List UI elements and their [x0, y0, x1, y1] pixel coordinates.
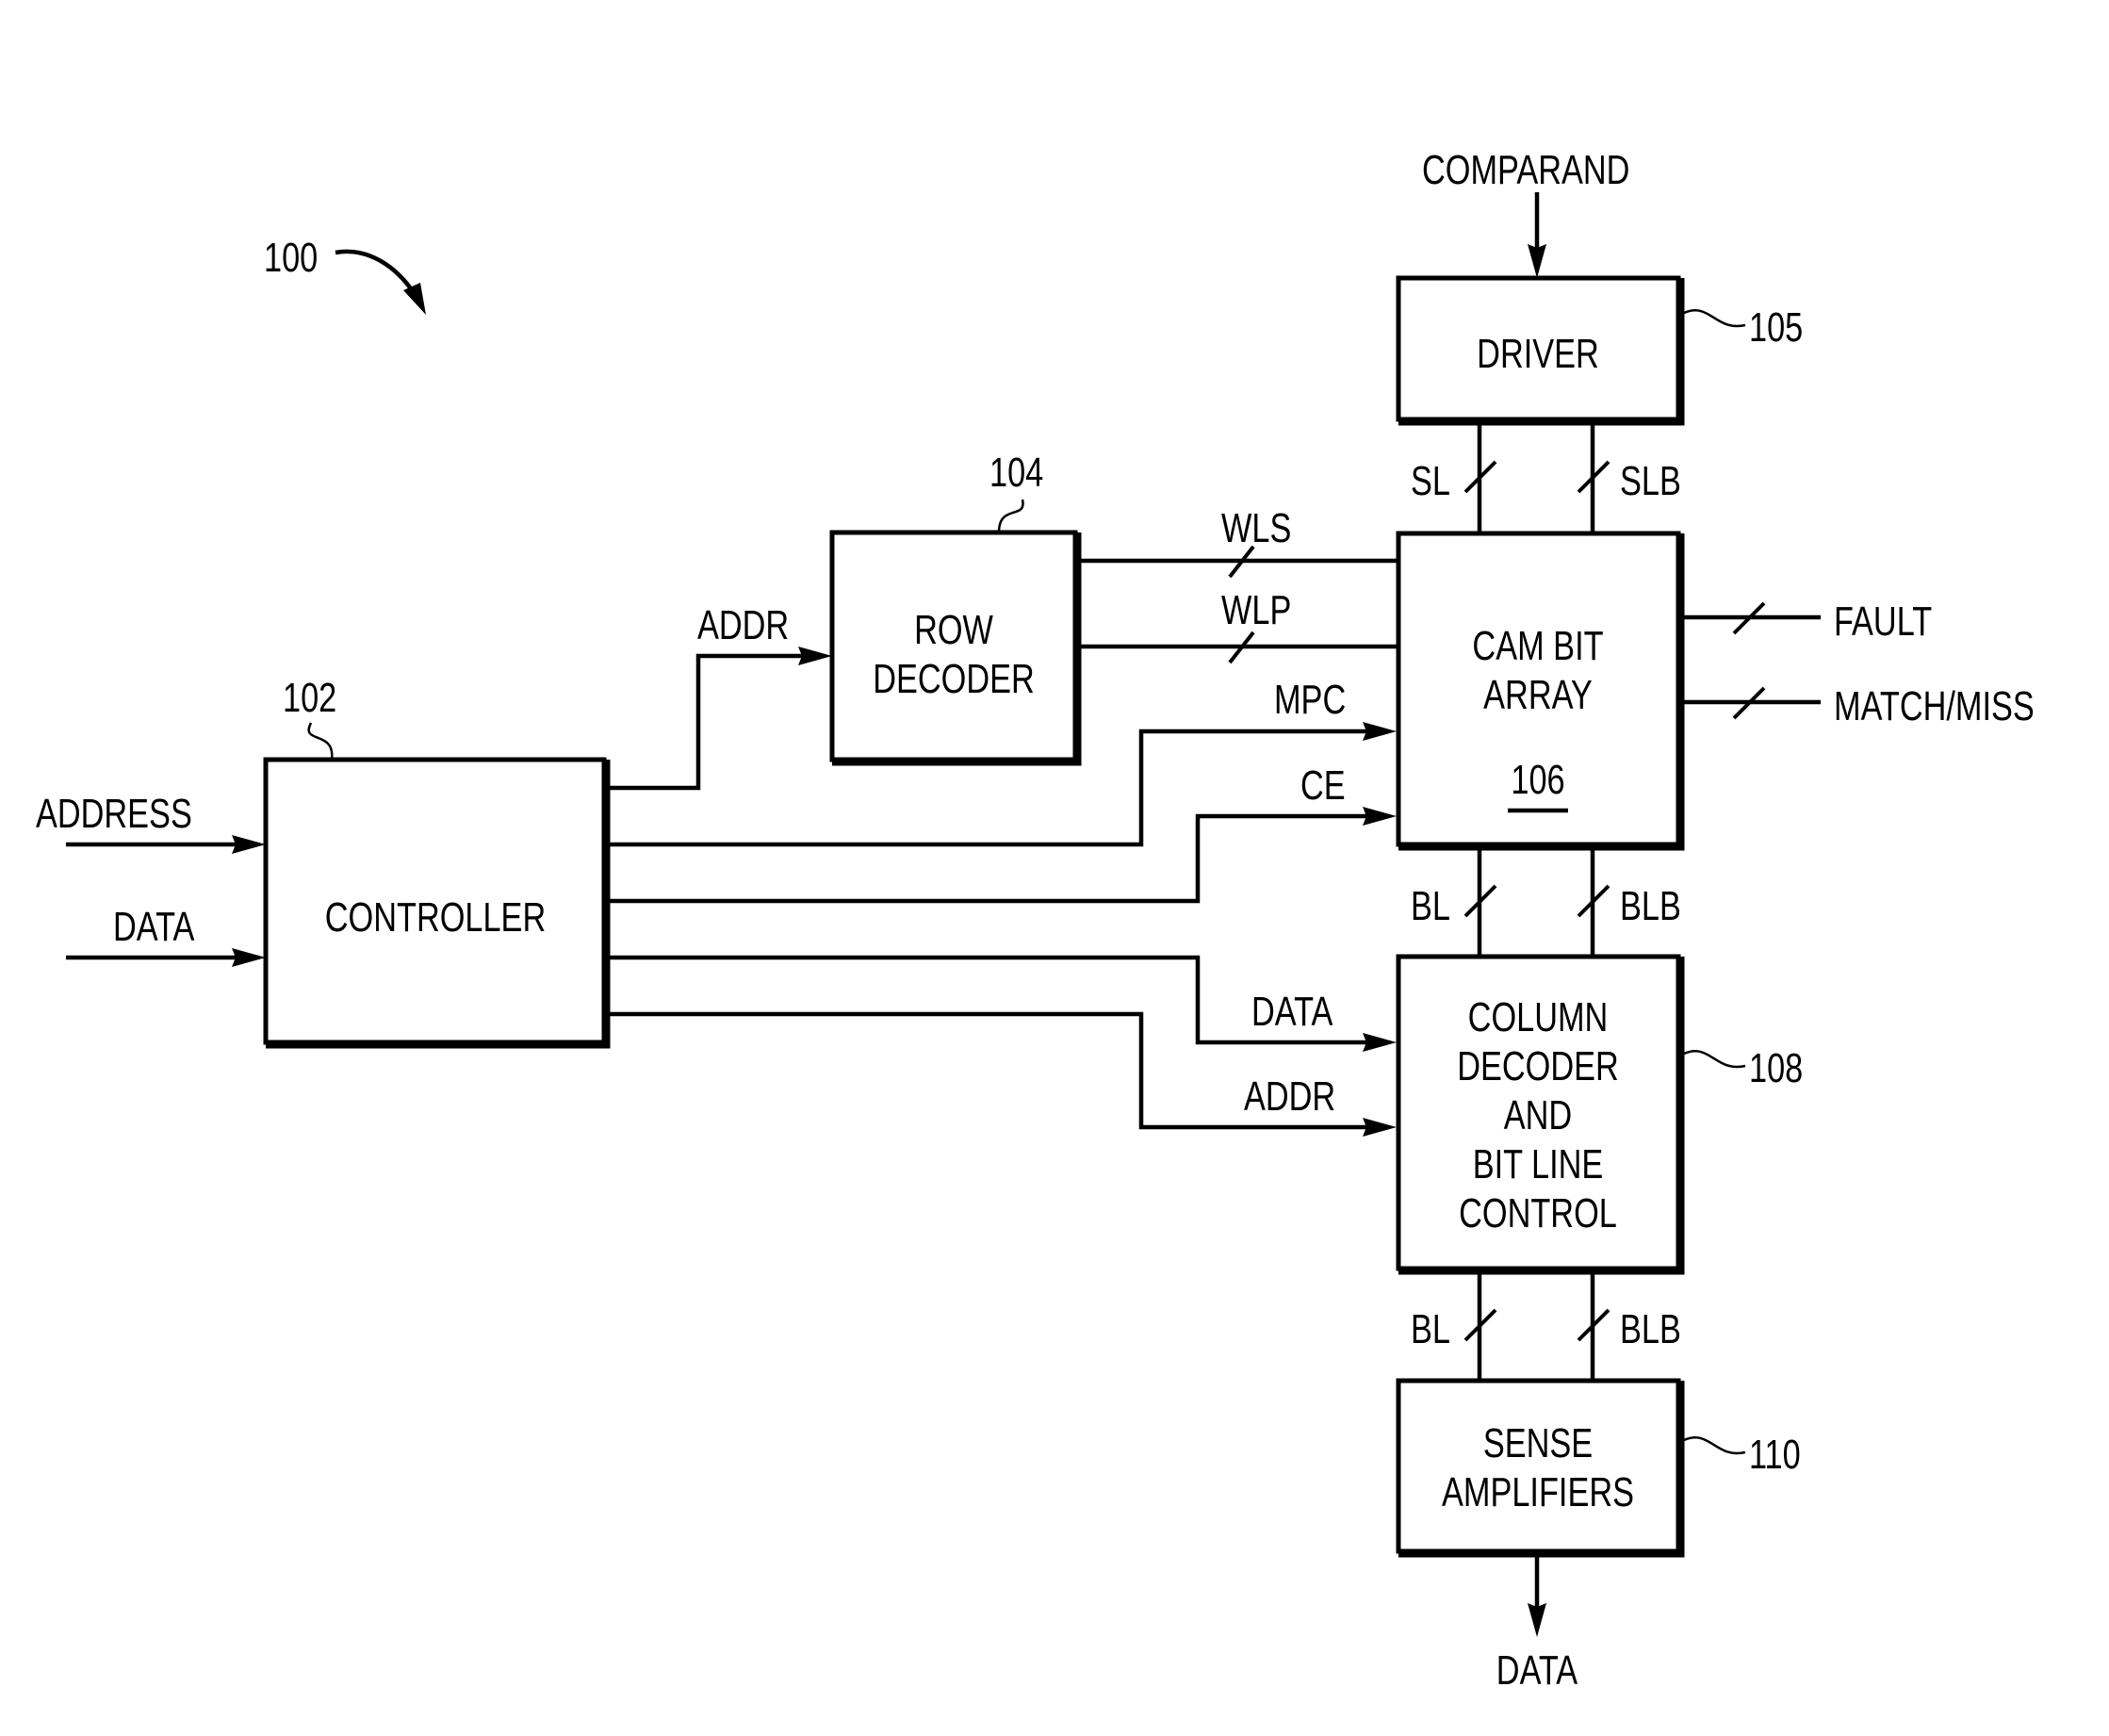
controller-leader-line — [307, 722, 334, 761]
addr-to-column-arrowhead-icon — [1363, 1118, 1397, 1137]
data-input-label: DATA — [113, 904, 195, 950]
controller-block: CONTROLLER — [263, 757, 611, 1049]
blb-upper-label: BLB — [1620, 883, 1681, 929]
driver-block: DRIVER — [1396, 275, 1685, 426]
mpc-label: MPC — [1274, 677, 1346, 723]
bl-upper-label: BL — [1411, 883, 1450, 929]
mpc-arrowhead-icon — [1363, 722, 1397, 741]
wls-label: WLS — [1221, 505, 1291, 551]
driver-label: DRIVER — [1477, 331, 1599, 377]
sense-amplifiers-leader-line — [1683, 1436, 1746, 1455]
addr-to-row-decoder-wire — [606, 653, 813, 791]
cam-ref-label: 106 — [1511, 757, 1564, 803]
column-decoder-block: COLUMN DECODER AND BIT LINE CONTROL — [1396, 954, 1685, 1275]
column-decoder-ref-label: 108 — [1749, 1045, 1803, 1091]
fault-label: FAULT — [1834, 598, 1932, 645]
sense-amplifiers-label-line2: AMPLIFIERS — [1442, 1469, 1634, 1515]
data-out-arrowhead-icon — [1528, 1603, 1546, 1637]
column-decoder-label-line3: AND — [1504, 1092, 1572, 1138]
sense-amplifiers-ref-label: 110 — [1749, 1432, 1801, 1478]
sense-amplifiers-block: SENSE AMPLIFIERS — [1396, 1378, 1685, 1558]
ce-wire — [606, 813, 1378, 904]
data-to-column-arrowhead-icon — [1363, 1033, 1397, 1052]
figure-reference-label: 100 — [264, 235, 318, 281]
controller-ref-label: 102 — [283, 675, 336, 721]
column-decoder-label-line2: DECODER — [1457, 1043, 1619, 1089]
column-decoder-label-line4: BIT LINE — [1473, 1141, 1604, 1187]
data-out-label: DATA — [1496, 1647, 1578, 1694]
cam-block-diagram: 100 CONTROLLER 102 ADDRESS DATA ROW DECO… — [36, 147, 2035, 1694]
controller-label: CONTROLLER — [325, 894, 546, 941]
column-decoder-label-line1: COLUMN — [1468, 994, 1609, 1040]
row-decoder-label-line1: ROW — [914, 607, 994, 653]
ce-label: CE — [1300, 762, 1346, 809]
slb-label: SLB — [1620, 458, 1681, 504]
addr-to-row-decoder-arrowhead-icon — [798, 647, 832, 665]
cam-label-line2: ARRAY — [1483, 672, 1593, 718]
bl-lower-label: BL — [1411, 1306, 1450, 1352]
column-decoder-leader-line — [1683, 1050, 1746, 1069]
driver-leader-line — [1683, 309, 1746, 328]
row-decoder-block: ROW DECODER — [829, 530, 1082, 766]
comparand-arrowhead-icon — [1528, 244, 1546, 278]
addr-to-column-label: ADDR — [1244, 1073, 1335, 1120]
address-input-label: ADDRESS — [36, 791, 192, 837]
blb-lower-label: BLB — [1620, 1306, 1681, 1352]
column-decoder-label-line5: CONTROL — [1459, 1190, 1617, 1236]
row-decoder-ref-label: 104 — [989, 450, 1043, 496]
comparand-label: COMPARAND — [1422, 147, 1629, 193]
match-miss-label: MATCH/MISS — [1834, 683, 2035, 729]
driver-ref-label: 105 — [1749, 304, 1803, 351]
row-decoder-leader-line — [997, 499, 1024, 533]
data-to-column-label: DATA — [1251, 989, 1333, 1035]
sense-amplifiers-label-line1: SENSE — [1483, 1420, 1593, 1466]
ce-arrowhead-icon — [1363, 807, 1397, 826]
address-input-arrowhead-icon — [232, 835, 266, 854]
cam-bit-array-block: CAM BIT ARRAY 106 — [1396, 531, 1685, 851]
figure-reference-arrow-icon — [335, 249, 417, 296]
cam-label-line1: CAM BIT — [1472, 623, 1603, 669]
figure-reference-arrowhead-icon — [403, 283, 426, 315]
sl-label: SL — [1411, 458, 1450, 504]
row-decoder-label-line2: DECODER — [873, 656, 1035, 702]
wlp-label: WLP — [1221, 587, 1291, 633]
addr-to-row-decoder-label: ADDR — [697, 602, 789, 648]
data-input-arrowhead-icon — [232, 948, 266, 967]
